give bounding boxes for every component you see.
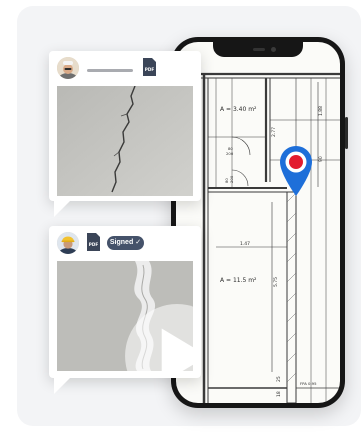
pdf-label: PDF — [89, 242, 99, 247]
card-pointer — [54, 200, 71, 217]
dimension-label: 1.88 — [318, 106, 324, 116]
dimension-label: 1.47 — [240, 241, 250, 247]
dimension-label: 25 — [276, 376, 282, 382]
dimension-label: 18 — [276, 391, 282, 397]
issue-card-signed[interactable]: PDF Signed ✓ — [49, 226, 201, 394]
dimension-label: 90 — [318, 156, 324, 162]
phone-speaker — [253, 48, 265, 51]
room-area-lower: A = 11.5 m² — [220, 277, 257, 284]
play-icon[interactable] — [109, 301, 193, 371]
dimension-label: 5.75 — [273, 277, 279, 287]
card-pointer — [54, 377, 71, 394]
pdf-file-icon[interactable]: PDF — [143, 58, 156, 76]
pdf-label: PDF — [145, 67, 155, 72]
room-area-upper: A = 3.40 m² — [220, 106, 257, 113]
check-icon: ✓ — [135, 239, 142, 246]
author-name-placeholder — [87, 69, 133, 72]
avatar[interactable] — [57, 232, 79, 254]
door-label: 200 — [226, 151, 234, 156]
phone-notch — [213, 42, 303, 57]
phone-camera — [271, 47, 276, 52]
location-pin-icon[interactable] — [279, 145, 313, 197]
video-thumbnail[interactable] — [57, 261, 193, 371]
status-badge-label: Signed — [109, 239, 134, 246]
phone-power-button — [345, 117, 348, 149]
pdf-file-icon[interactable]: PDF — [87, 233, 100, 251]
dimension-label: 2.77 — [271, 127, 277, 137]
crack-photo[interactable] — [57, 86, 193, 196]
avatar[interactable] — [57, 57, 79, 79]
plan-corner-label: FPA 0.95 — [300, 381, 317, 386]
status-badge[interactable]: Signed ✓ — [107, 236, 144, 250]
door-label: 200 — [229, 175, 234, 183]
issue-card-crack[interactable]: PDF — [49, 51, 201, 217]
